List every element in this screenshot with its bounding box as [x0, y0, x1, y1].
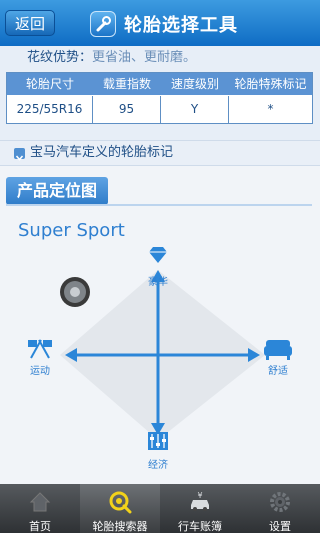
axis-label-economy: 经济 [148, 460, 168, 471]
bottom-nav: 首页 轮胎搜索器 ¥ 行车账簿 设置 [0, 484, 320, 533]
axis-label-luxury: 豪华 [148, 277, 168, 288]
nav-home-label: 首页 [29, 520, 51, 533]
tire-marker [60, 277, 90, 307]
nav-tire-search[interactable]: 轮胎搜索器 [80, 484, 160, 533]
sofa-icon [264, 340, 292, 360]
home-icon [28, 490, 52, 514]
gear-icon [268, 490, 292, 514]
diamond-icon [149, 247, 167, 263]
nav-tire-search-label: 轮胎搜索器 [92, 520, 148, 533]
nav-settings-label: 设置 [269, 520, 291, 533]
car-ledger-icon: ¥ [188, 490, 212, 514]
sliders-icon [148, 432, 168, 450]
nav-car-ledger[interactable]: ¥ 行车账簿 [160, 484, 240, 533]
nav-home[interactable]: 首页 [0, 484, 80, 533]
tire-search-icon [108, 490, 132, 514]
svg-text:¥: ¥ [197, 491, 202, 500]
positioning-map [28, 247, 292, 450]
nav-car-ledger-label: 行车账簿 [178, 520, 222, 533]
nav-settings[interactable]: 设置 [240, 484, 320, 533]
racing-flags-icon [28, 339, 52, 359]
axis-label-sport: 运动 [30, 366, 50, 377]
axis-label-comfort: 舒适 [268, 366, 288, 377]
